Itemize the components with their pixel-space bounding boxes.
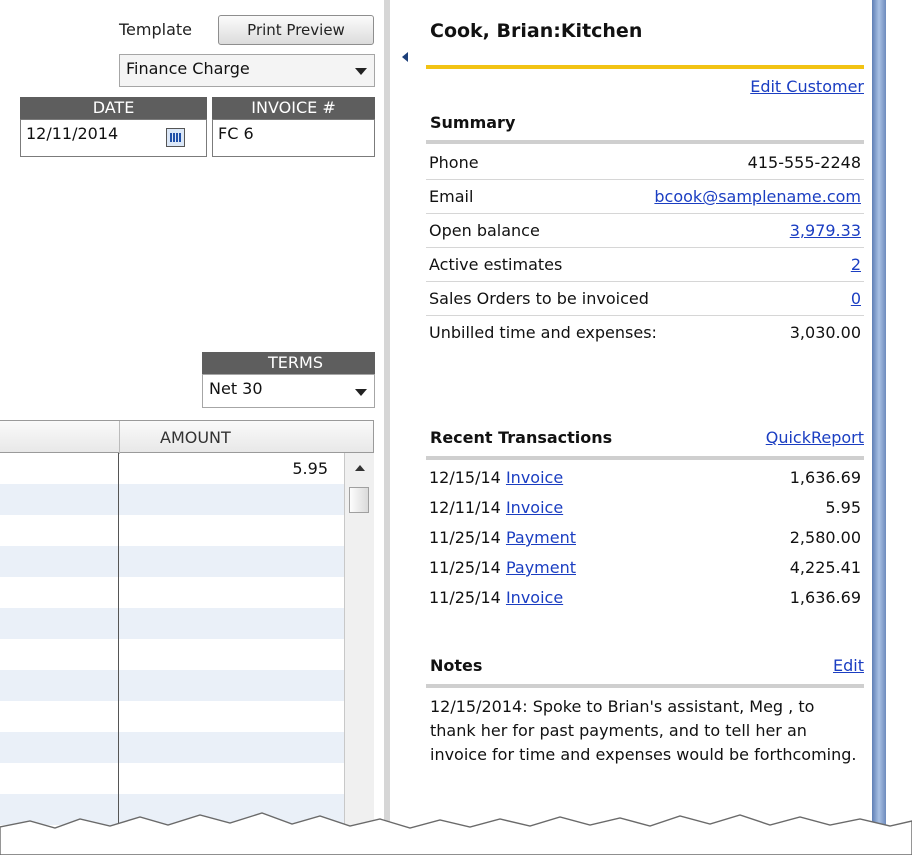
table-row[interactable] (0, 701, 344, 732)
table-row[interactable] (0, 763, 344, 794)
table-row[interactable]: 5.95 (0, 453, 344, 484)
summary-row-open-balance: Open balance 3,979.33 (426, 214, 864, 248)
phone-value: 415-555-2248 (747, 153, 861, 172)
transaction-type-link[interactable]: Invoice (506, 588, 563, 607)
line-items-grid: AMOUNT 5.95 (0, 420, 384, 848)
table-row[interactable] (0, 608, 344, 639)
customer-name: Cook, Brian:Kitchen (430, 20, 643, 42)
collapse-arrow-icon (402, 52, 408, 62)
template-label: Template (119, 20, 193, 39)
transaction-entry: 11/25/14 Invoice (429, 588, 563, 607)
chevron-down-icon (355, 68, 367, 75)
grid-header: AMOUNT (0, 420, 374, 454)
terms-select[interactable]: Net 30 (202, 374, 375, 408)
terms-header: TERMS (202, 352, 375, 374)
collapse-panel-handle[interactable] (395, 16, 417, 96)
transaction-row: 11/25/14 Payment 2,580.00 (426, 524, 864, 554)
summary-rule (426, 140, 864, 144)
table-row[interactable] (0, 732, 344, 763)
print-preview-button[interactable]: Print Preview (218, 15, 374, 45)
transaction-row: 12/11/14 Invoice 5.95 (426, 494, 864, 524)
vertical-scrollbar[interactable] (344, 453, 374, 848)
recent-transactions-rule (426, 456, 864, 460)
terms-header-label: TERMS (268, 353, 323, 372)
table-row[interactable] (0, 515, 344, 546)
transaction-entry: 11/25/14 Payment (429, 528, 576, 547)
transaction-amount: 1,636.69 (789, 468, 861, 487)
summary-label: Email (429, 187, 474, 206)
quickreport-link[interactable]: QuickReport (766, 428, 864, 447)
transaction-entry: 12/15/14 Invoice (429, 468, 563, 487)
window-right-edge (872, 0, 912, 848)
transaction-amount: 1,636.69 (789, 588, 861, 607)
recent-transactions-title: Recent Transactions (430, 428, 613, 447)
edit-customer-link[interactable]: Edit Customer (750, 77, 864, 96)
transaction-date: 11/25/14 (429, 528, 501, 547)
terms-select-value: Net 30 (209, 379, 263, 398)
title-accent-bar (426, 65, 864, 69)
notes-text: 12/15/2014: Spoke to Brian's assistant, … (430, 697, 857, 764)
active-estimates-link[interactable]: 2 (851, 255, 861, 274)
table-row[interactable] (0, 484, 344, 515)
transaction-entry: 11/25/14 Payment (429, 558, 576, 577)
transaction-type-link[interactable]: Payment (506, 528, 576, 547)
notes-rule (426, 684, 864, 688)
invoice-number-value: FC 6 (218, 124, 254, 143)
transaction-amount: 2,580.00 (789, 528, 861, 547)
summary-row-active-estimates: Active estimates 2 (426, 248, 864, 282)
summary-row-sales-orders: Sales Orders to be invoiced 0 (426, 282, 864, 316)
invoice-form: Template Print Preview Finance Charge DA… (0, 0, 384, 848)
summary-row-phone: Phone 415-555-2248 (426, 146, 864, 180)
customer-info-panel: Cook, Brian:Kitchen Edit Customer Summar… (418, 0, 872, 848)
window-frame-border (872, 0, 886, 848)
table-row[interactable] (0, 639, 344, 670)
transaction-amount: 4,225.41 (789, 558, 861, 577)
invoice-number-header: INVOICE # (212, 97, 375, 119)
table-row[interactable] (0, 577, 344, 608)
transaction-type-link[interactable]: Invoice (506, 498, 563, 517)
transaction-date: 11/25/14 (429, 588, 501, 607)
scroll-thumb[interactable] (349, 487, 369, 513)
transaction-entry: 12/11/14 Invoice (429, 498, 563, 517)
summary-title: Summary (430, 113, 516, 132)
template-select-value: Finance Charge (126, 59, 250, 78)
torn-edge-decoration (0, 812, 912, 855)
transaction-date: 11/25/14 (429, 558, 501, 577)
panel-divider (384, 0, 390, 848)
calendar-icon[interactable] (166, 128, 185, 147)
sales-orders-link[interactable]: 0 (851, 289, 861, 308)
summary-label: Open balance (429, 221, 540, 240)
transaction-type-link[interactable]: Payment (506, 558, 576, 577)
chevron-down-icon (355, 389, 367, 396)
table-row[interactable] (0, 670, 344, 701)
amount-column-header: AMOUNT (160, 428, 231, 447)
summary-row-unbilled: Unbilled time and expenses: 3,030.00 (426, 316, 864, 350)
transaction-row: 12/15/14 Invoice 1,636.69 (426, 464, 864, 494)
transaction-amount: 5.95 (825, 498, 861, 517)
summary-label: Active estimates (429, 255, 563, 274)
transaction-row: 11/25/14 Payment 4,225.41 (426, 554, 864, 584)
email-link[interactable]: bcook@samplename.com (654, 187, 861, 206)
unbilled-value: 3,030.00 (789, 323, 861, 342)
date-value: 12/11/2014 (26, 124, 119, 143)
summary-row-email: Email bcook@samplename.com (426, 180, 864, 214)
summary-label: Phone (429, 153, 479, 172)
summary-label: Unbilled time and expenses: (429, 323, 657, 342)
scroll-up-icon[interactable] (355, 465, 365, 471)
template-select[interactable]: Finance Charge (119, 54, 375, 87)
invoice-number-field[interactable]: FC 6 (212, 119, 375, 157)
column-divider (118, 453, 119, 848)
transaction-row: 11/25/14 Invoice 1,636.69 (426, 584, 864, 614)
table-row[interactable] (0, 546, 344, 577)
amount-cell: 5.95 (292, 459, 328, 478)
date-header: DATE (20, 97, 207, 119)
notes-title: Notes (430, 656, 483, 675)
summary-label: Sales Orders to be invoiced (429, 289, 649, 308)
notes-edit-link[interactable]: Edit (833, 656, 864, 675)
transaction-date: 12/11/14 (429, 498, 501, 517)
transaction-date: 12/15/14 (429, 468, 501, 487)
transaction-type-link[interactable]: Invoice (506, 468, 563, 487)
open-balance-link[interactable]: 3,979.33 (790, 221, 861, 240)
